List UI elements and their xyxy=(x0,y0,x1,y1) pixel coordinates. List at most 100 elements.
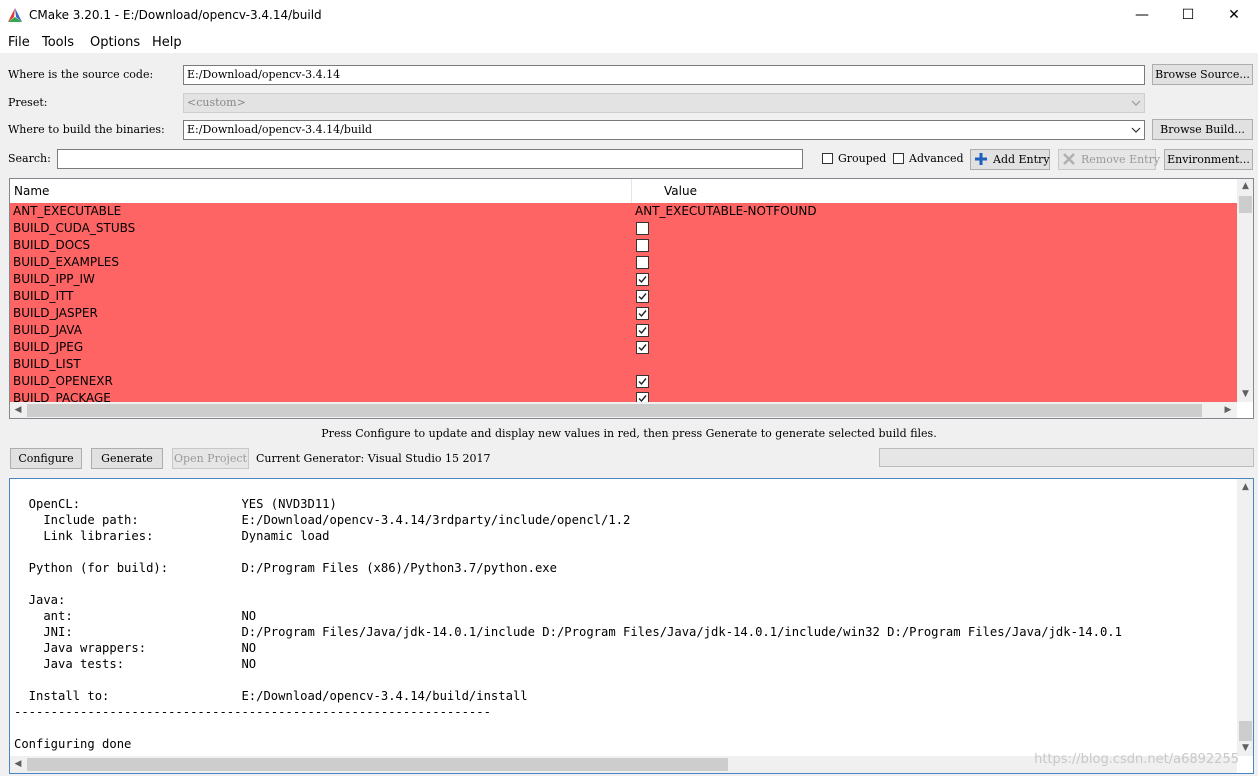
table-row[interactable]: BUILD_CUDA_STUBS xyxy=(10,220,1237,237)
source-label: Where is the source code: xyxy=(8,68,154,81)
table-vscroll-thumb[interactable] xyxy=(1239,196,1252,213)
preset-label: Preset: xyxy=(8,96,48,109)
grouped-label: Grouped xyxy=(838,152,887,165)
entry-name: BUILD_IPP_IW xyxy=(13,272,95,286)
search-label: Search: xyxy=(8,152,51,165)
output-text: OpenCL: YES (NVD3D11) Include path: E:/D… xyxy=(14,497,1122,751)
scroll-down-icon[interactable]: ▼ xyxy=(1237,389,1253,399)
scroll-up-icon[interactable]: ▲ xyxy=(1237,181,1253,191)
table-row[interactable]: BUILD_LIST xyxy=(10,356,1237,373)
table-row[interactable]: BUILD_OPENEXR xyxy=(10,373,1237,390)
table-row[interactable]: BUILD_IPP_IW xyxy=(10,271,1237,288)
menu-tools[interactable]: Tools xyxy=(42,35,74,50)
column-header-value[interactable]: Value xyxy=(664,184,697,198)
entry-checkbox[interactable] xyxy=(636,256,649,269)
entry-checkbox[interactable] xyxy=(636,273,649,286)
entry-name: BUILD_CUDA_STUBS xyxy=(13,221,136,235)
table-row[interactable]: BUILD_PACKAGE xyxy=(10,390,1237,402)
title-bar: CMake 3.20.1 - E:/Download/opencv-3.4.14… xyxy=(0,0,1258,31)
table-row[interactable]: BUILD_EXAMPLES xyxy=(10,254,1237,271)
entry-checkbox[interactable] xyxy=(636,222,649,235)
entry-name: BUILD_DOCS xyxy=(13,238,91,252)
entry-name: BUILD_LIST xyxy=(13,357,81,371)
remove-icon xyxy=(1063,153,1075,165)
watermark: https://blog.csdn.net/a6892255 xyxy=(1034,752,1239,767)
column-header-name[interactable]: Name xyxy=(14,184,49,198)
entry-checkbox[interactable] xyxy=(636,324,649,337)
entry-checkbox[interactable] xyxy=(636,392,649,402)
open-project-button: Open Project xyxy=(172,448,249,469)
entry-checkbox[interactable] xyxy=(636,239,649,252)
entry-name: BUILD_EXAMPLES xyxy=(13,255,119,269)
minimize-button[interactable]: — xyxy=(1119,0,1165,31)
maximize-icon: ☐ xyxy=(1181,7,1195,23)
entry-name: BUILD_JASPER xyxy=(13,306,98,320)
entry-name: BUILD_JPEG xyxy=(13,340,84,354)
chevron-down-icon[interactable] xyxy=(1131,125,1141,135)
output-vertical-scrollbar[interactable]: ▲ ▼ xyxy=(1237,479,1253,756)
entry-checkbox[interactable] xyxy=(636,375,649,388)
source-path-input[interactable]: E:/Download/opencv-3.4.14 xyxy=(183,65,1145,85)
search-input[interactable] xyxy=(57,149,803,169)
add-entry-button[interactable]: Add Entry xyxy=(970,149,1050,170)
output-hscroll-thumb[interactable] xyxy=(27,758,728,771)
add-entry-label: Add Entry xyxy=(993,153,1050,166)
cmake-logo-icon xyxy=(8,8,22,22)
table-row[interactable]: BUILD_JAVA xyxy=(10,322,1237,339)
table-header: Name Value xyxy=(10,179,1237,204)
menu-file[interactable]: File xyxy=(8,35,30,50)
close-button[interactable]: ✕ xyxy=(1211,0,1257,31)
binaries-label: Where to build the binaries: xyxy=(8,123,165,136)
entry-checkbox[interactable] xyxy=(636,290,649,303)
build-path-value: E:/Download/opencv-3.4.14/build xyxy=(187,123,373,136)
entry-name: BUILD_PACKAGE xyxy=(13,391,111,402)
entry-name: BUILD_ITT xyxy=(13,289,74,303)
preset-value: <custom> xyxy=(187,96,246,109)
table-row[interactable]: BUILD_DOCS xyxy=(10,237,1237,254)
entry-value[interactable]: ANT_EXECUTABLE-NOTFOUND xyxy=(635,204,817,218)
output-vscroll-thumb[interactable] xyxy=(1239,721,1252,741)
menu-options[interactable]: Options xyxy=(90,35,140,50)
entry-name: BUILD_OPENEXR xyxy=(13,374,113,388)
browse-source-button[interactable]: Browse Source... xyxy=(1152,64,1253,85)
entry-checkbox[interactable] xyxy=(636,341,649,354)
cache-table[interactable]: Name Value ANT_EXECUTABLE ANT_EXECUTABLE-… xyxy=(9,178,1254,419)
advanced-checkbox[interactable] xyxy=(893,153,904,164)
table-row[interactable]: ANT_EXECUTABLE ANT_EXECUTABLE-NOTFOUND xyxy=(10,203,1237,220)
entry-checkbox[interactable] xyxy=(636,307,649,320)
grouped-checkbox[interactable] xyxy=(822,153,833,164)
build-path-combo[interactable]: E:/Download/opencv-3.4.14/build xyxy=(183,120,1145,140)
table-row[interactable]: BUILD_JPEG xyxy=(10,339,1237,356)
current-generator: Current Generator: Visual Studio 15 2017 xyxy=(256,452,491,465)
browse-build-button[interactable]: Browse Build... xyxy=(1152,119,1253,140)
environment-button[interactable]: Environment... xyxy=(1164,149,1253,170)
preset-select: <custom> xyxy=(183,93,1145,113)
chevron-down-icon xyxy=(1131,100,1141,106)
scroll-down-icon[interactable]: ▼ xyxy=(1237,743,1253,753)
configure-button[interactable]: Configure xyxy=(10,448,82,469)
remove-entry-button: Remove Entry xyxy=(1058,149,1160,170)
scroll-left-icon[interactable]: ◀ xyxy=(12,405,24,415)
table-body: ANT_EXECUTABLE ANT_EXECUTABLE-NOTFOUND BUI… xyxy=(10,203,1237,402)
scroll-right-icon[interactable]: ▶ xyxy=(1222,405,1234,415)
table-vertical-scrollbar[interactable]: ▲ ▼ xyxy=(1237,179,1253,402)
window-title: CMake 3.20.1 - E:/Download/opencv-3.4.14… xyxy=(29,8,322,22)
table-row[interactable]: BUILD_ITT xyxy=(10,288,1237,305)
generate-button[interactable]: Generate xyxy=(91,448,163,469)
progress-bar xyxy=(879,448,1254,467)
menu-help[interactable]: Help xyxy=(152,35,182,50)
minimize-icon: — xyxy=(1135,7,1149,23)
close-icon: ✕ xyxy=(1228,7,1240,23)
maximize-button[interactable]: ☐ xyxy=(1165,0,1211,31)
advanced-label: Advanced xyxy=(909,152,964,165)
table-hscroll-thumb[interactable] xyxy=(27,404,1202,417)
output-log[interactable]: OpenCL: YES (NVD3D11) Include path: E:/D… xyxy=(9,478,1254,774)
table-horizontal-scrollbar[interactable]: ◀ ▶ xyxy=(10,402,1237,418)
entry-name: ANT_EXECUTABLE xyxy=(13,204,122,218)
scroll-left-icon[interactable]: ◀ xyxy=(12,759,24,769)
configure-hint: Press Configure to update and display ne… xyxy=(321,427,937,440)
scroll-up-icon[interactable]: ▲ xyxy=(1237,482,1253,492)
entry-name: BUILD_JAVA xyxy=(13,323,82,337)
table-row[interactable]: BUILD_JASPER xyxy=(10,305,1237,322)
plus-icon xyxy=(975,153,987,165)
